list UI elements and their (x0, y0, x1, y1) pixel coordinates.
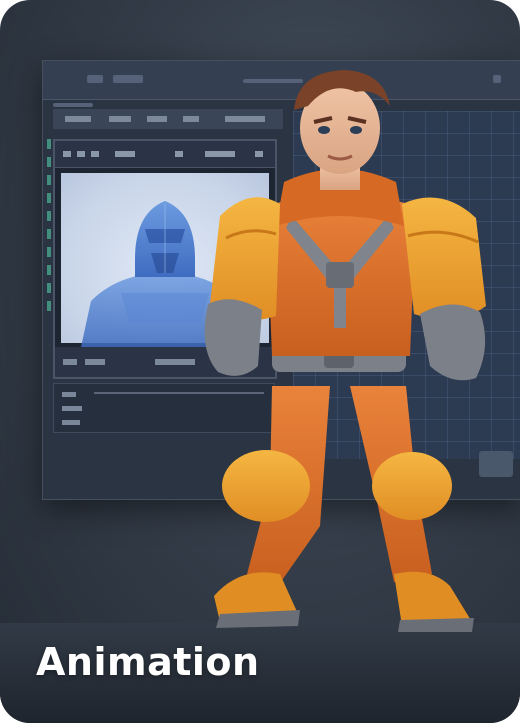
right-knee-pad (372, 452, 452, 520)
animation-card[interactable]: Animation (0, 0, 520, 723)
software-side-tools (45, 131, 53, 431)
right-sleeve (402, 197, 486, 320)
3d-character-illustration (204, 70, 486, 632)
right-boot (394, 571, 472, 626)
left-glove (204, 299, 262, 376)
card-title: Animation (36, 640, 260, 684)
left-knee-pad (222, 450, 310, 522)
right-glove (420, 304, 486, 381)
